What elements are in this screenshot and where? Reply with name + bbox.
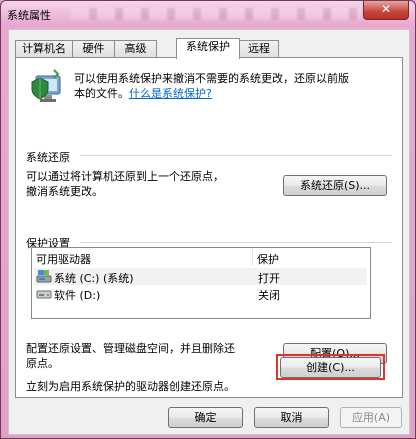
create-restore-point-button[interactable]: 创建(C)... (280, 357, 381, 378)
drive-name: 软件 (D:) (54, 289, 101, 302)
restore-desc-line-2: 撤消系统更改。 (26, 185, 103, 198)
cancel-button[interactable]: 取消 (254, 407, 329, 428)
close-button[interactable]: ✕ (363, 1, 409, 20)
config-desc-line-1: 配置还原设置、管理磁盘空间，并且删除还 (26, 342, 235, 355)
tab-remote[interactable]: 远程 (239, 40, 279, 58)
column-separator (252, 248, 253, 266)
configure-description: 配置还原设置、管理磁盘空间，并且删除还 原点。 (26, 341, 235, 371)
protection-status: 打开 (258, 272, 280, 285)
tab-advanced[interactable]: 高级 (114, 40, 157, 58)
table-row[interactable]: 系统 (C:) (系统) 打开 (34, 268, 367, 285)
drives-table: 可用驱动器 保护 系统 (C:) (系统) 打开 软件 (D:) 关闭 (31, 247, 371, 319)
table-row[interactable]: 软件 (D:) 关闭 (34, 285, 367, 302)
tab-computer-name[interactable]: 计算机名 (15, 40, 73, 58)
close-icon: ✕ (380, 2, 392, 16)
config-desc-line-2: 原点。 (26, 357, 59, 370)
system-protection-panel: 可以使用系统保护来撤消不需要的系统更改，还原以前版 本的文件。什么是系统保护? … (15, 57, 403, 398)
system-properties-window: 系统属性 ✕ 计算机名 硬件 高级 系统保护 远程 可以使用系统保护来撤消不需要… (0, 0, 416, 439)
title-bar[interactable]: 系统属性 ✕ (1, 1, 415, 25)
column-header-drives[interactable]: 可用驱动器 (36, 251, 91, 267)
hard-drive-icon (36, 290, 52, 299)
computer-shield-icon (31, 69, 61, 102)
system-drive-icon (36, 270, 52, 283)
column-header-protection[interactable]: 保护 (257, 251, 279, 267)
tab-system-protection[interactable]: 系统保护 (176, 38, 240, 59)
drive-name: 系统 (C:) (系统) (54, 272, 134, 285)
dialog-client-area: 计算机名 硬件 高级 系统保护 远程 可以使用系统保护来撤消不需要的系统更改，还… (8, 29, 410, 435)
ok-button[interactable]: 确定 (168, 407, 243, 428)
divider (80, 242, 392, 243)
window-title: 系统属性 (7, 9, 51, 22)
intro-line-1: 可以使用系统保护来撤消不需要的系统更改，还原以前版 (74, 72, 349, 85)
system-restore-description: 可以通过将计算机还原到上一个还原点， 撤消系统更改。 (26, 169, 224, 199)
protection-status: 关闭 (258, 289, 280, 302)
divider (80, 155, 392, 156)
restore-desc-line-1: 可以通过将计算机还原到上一个还原点， (26, 170, 224, 183)
create-description: 立刻为启用系统保护的驱动器创建还原点。 (26, 380, 235, 393)
system-restore-button[interactable]: 系统还原(S)... (283, 175, 387, 196)
intro-line-2: 本的文件。 (74, 87, 129, 100)
system-restore-section-title: 系统还原 (26, 151, 70, 164)
tab-hardware[interactable]: 硬件 (72, 40, 115, 58)
intro-text: 可以使用系统保护来撤消不需要的系统更改，还原以前版 本的文件。什么是系统保护? (74, 71, 394, 101)
apply-button[interactable]: 应用(A) (340, 407, 402, 428)
what-is-system-protection-link[interactable]: 什么是系统保护? (129, 87, 212, 100)
blurred-background-strip (71, 8, 361, 20)
